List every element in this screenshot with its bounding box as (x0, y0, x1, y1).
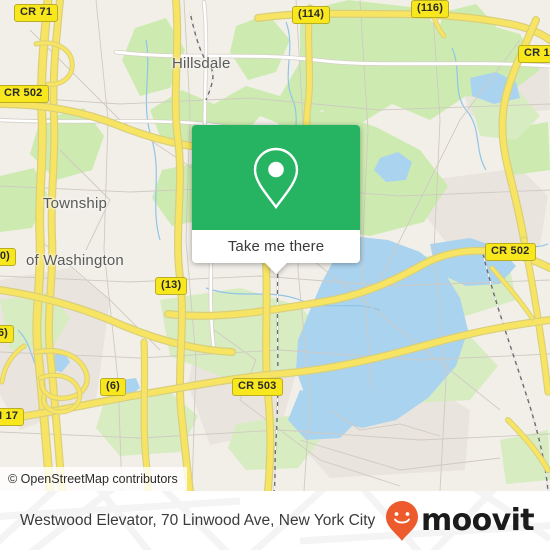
map-canvas[interactable]: .w { fill:#cdebb0; } .w2 { fill:#d8ecc2;… (0, 0, 550, 491)
popup-pointer-tail (265, 263, 287, 274)
road-shield-route-0-left: (0) (0, 248, 17, 266)
location-pin-icon (253, 147, 299, 209)
road-shield-cr-17-top: CR 17 (518, 45, 550, 63)
moovit-brand-logo[interactable]: moovit (385, 500, 535, 542)
place-label-line-1: Township (42, 195, 108, 212)
road-shield-route-6: (6) (100, 378, 127, 396)
road-shield-route-13: (13) (155, 277, 188, 295)
location-title: Westwood Elevator, 70 Linwood Ave, New Y… (20, 511, 376, 529)
map-attribution[interactable]: © OpenStreetMap contributors (0, 467, 187, 491)
road-shield-cr-503: CR 503 (232, 378, 283, 396)
popup-cta-area[interactable]: Take me there (192, 230, 360, 274)
moovit-smiley-pin-icon (385, 500, 418, 541)
location-popup-card[interactable]: Take me there (192, 125, 360, 274)
road-shield-cr-17-left: I 17 (0, 408, 25, 426)
popup-icon-area (192, 125, 360, 230)
place-label-line-2: of Washington (26, 252, 124, 269)
road-shield-route-6-left: (6) (0, 325, 15, 343)
place-label-hillsdale: Hillsdale (172, 55, 231, 72)
road-shield-cr-502-right: CR 502 (485, 243, 536, 261)
moovit-map-screenshot: .w { fill:#cdebb0; } .w2 { fill:#d8ecc2;… (0, 0, 550, 550)
road-shield-cr-502-left: CR 502 (0, 85, 49, 103)
moovit-wordmark: moovit (420, 502, 535, 538)
place-label-township-of-washington: Township of Washington (26, 156, 124, 308)
road-shield-route-114: (114) (292, 6, 331, 24)
road-shield-route-116: (116) (411, 0, 450, 18)
take-me-there-label: Take me there (227, 238, 325, 255)
footer-bar: Westwood Elevator, 70 Linwood Ave, New Y… (0, 491, 550, 550)
road-shield-cr-71: CR 71 (14, 4, 59, 22)
